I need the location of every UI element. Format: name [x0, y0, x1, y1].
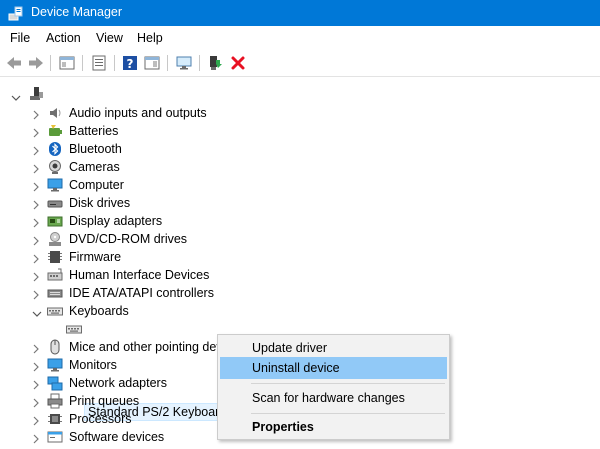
expand-chevron-icon[interactable]	[32, 415, 40, 426]
expand-chevron-icon[interactable]	[32, 379, 40, 390]
toolbar-separator	[199, 55, 200, 71]
expand-chevron-icon[interactable]	[32, 361, 40, 372]
expand-chevron-icon[interactable]	[32, 343, 40, 354]
scan-hardware-icon[interactable]	[175, 54, 193, 72]
processor-icon	[47, 411, 63, 427]
tree-item-label[interactable]: Software devices	[69, 429, 164, 445]
tree-item-label[interactable]: Batteries	[69, 123, 118, 139]
network-adapter-icon	[47, 375, 63, 391]
menu-properties[interactable]: Properties	[220, 416, 447, 438]
toolbar-separator	[50, 55, 51, 71]
tree-item-label[interactable]: Disk drives	[69, 195, 130, 211]
monitor-icon	[47, 177, 63, 193]
title-bar: Device Manager	[0, 0, 600, 26]
menu-uninstall-device[interactable]: Uninstall device	[220, 357, 447, 379]
tree-item-label[interactable]: Monitors	[69, 357, 117, 373]
menu-file[interactable]: File	[10, 31, 30, 45]
tree-item-label[interactable]: Cameras	[69, 159, 120, 175]
tree-item-label[interactable]: Network adapters	[69, 375, 167, 391]
ide-controller-icon	[47, 285, 63, 301]
menu-view[interactable]: View	[96, 31, 123, 45]
toolbar: ?	[0, 50, 600, 77]
expand-chevron-icon[interactable]	[32, 199, 40, 210]
tree-item-label[interactable]: Keyboards	[69, 303, 129, 319]
device-manager-app-icon	[8, 5, 24, 21]
display-adapter-icon	[47, 213, 63, 229]
battery-icon	[47, 123, 63, 139]
update-driver-icon[interactable]	[206, 54, 224, 72]
expand-chevron-icon[interactable]	[32, 163, 40, 174]
expand-chevron-icon[interactable]	[32, 181, 40, 192]
mouse-icon	[47, 339, 63, 355]
menu-update-driver[interactable]: Update driver	[220, 337, 447, 359]
back-arrow-icon[interactable]	[5, 54, 23, 72]
expand-chevron-icon[interactable]	[32, 127, 40, 138]
toolbar-separator	[167, 55, 168, 71]
expand-chevron-icon[interactable]	[32, 235, 40, 246]
keyboard-icon	[47, 303, 63, 319]
tree-item-label[interactable]: DVD/CD-ROM drives	[69, 231, 187, 247]
camera-icon	[47, 159, 63, 175]
collapse-chevron-icon[interactable]	[32, 307, 42, 317]
menu-help[interactable]: Help	[137, 31, 163, 45]
menu-scan-hardware-changes[interactable]: Scan for hardware changes	[220, 387, 447, 409]
tree-item-label[interactable]: Display adapters	[69, 213, 162, 229]
software-device-icon	[47, 429, 63, 445]
context-menu-separator	[251, 413, 445, 414]
help-icon[interactable]: ?	[121, 54, 139, 72]
printer-icon	[47, 393, 63, 409]
svg-text:?: ?	[127, 57, 134, 71]
expand-chevron-icon[interactable]	[32, 289, 40, 300]
tree-item-label[interactable]: IDE ATA/ATAPI controllers	[69, 285, 214, 301]
tree-item-label[interactable]: Print queues	[69, 393, 139, 409]
properties-sheet-icon[interactable]	[90, 54, 108, 72]
toolbar-separator	[114, 55, 115, 71]
expand-chevron-icon[interactable]	[32, 397, 40, 408]
bluetooth-icon	[47, 141, 63, 157]
show-hide-tree-icon[interactable]	[58, 54, 76, 72]
tree-item-label[interactable]: Processors	[69, 411, 132, 427]
action-pane-icon[interactable]	[143, 54, 161, 72]
forward-arrow-icon[interactable]	[27, 54, 45, 72]
collapse-chevron-icon[interactable]	[11, 91, 21, 101]
tree-item-label[interactable]: Firmware	[69, 249, 121, 265]
expand-chevron-icon[interactable]	[32, 109, 40, 120]
hid-icon	[47, 267, 63, 283]
expand-chevron-icon[interactable]	[32, 433, 40, 444]
window-title: Device Manager	[31, 5, 123, 19]
tree-item-label[interactable]: Mice and other pointing dev	[69, 339, 223, 355]
context-menu: Update driver Uninstall device Scan for …	[217, 334, 450, 440]
tree-item-label[interactable]: Bluetooth	[69, 141, 122, 157]
keyboard-icon	[66, 321, 82, 337]
expand-chevron-icon[interactable]	[32, 271, 40, 282]
menu-bar: File Action View Help	[0, 26, 600, 50]
tree-item-label[interactable]: Computer	[69, 177, 124, 193]
menu-action[interactable]: Action	[46, 31, 81, 45]
context-menu-separator	[251, 383, 445, 384]
expand-chevron-icon[interactable]	[32, 217, 40, 228]
dvd-drive-icon	[47, 231, 63, 247]
tree-item-label[interactable]: Human Interface Devices	[69, 267, 209, 283]
computer-root-icon	[29, 86, 45, 102]
monitor-icon	[47, 357, 63, 373]
firmware-icon	[47, 249, 63, 265]
speaker-icon	[47, 105, 63, 121]
expand-chevron-icon[interactable]	[32, 253, 40, 264]
toolbar-separator	[82, 55, 83, 71]
uninstall-x-icon[interactable]	[229, 54, 247, 72]
expand-chevron-icon[interactable]	[32, 145, 40, 156]
tree-item-label[interactable]: Audio inputs and outputs	[69, 105, 207, 121]
disk-drive-icon	[47, 195, 63, 211]
